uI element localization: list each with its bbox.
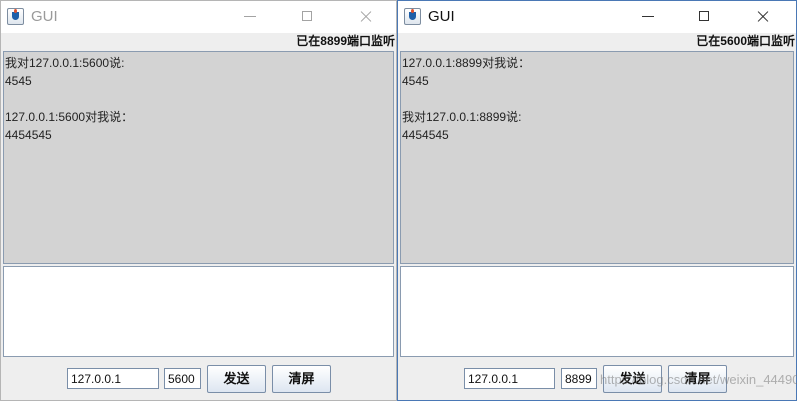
- listening-status: 已在8899端口监听: [296, 34, 395, 48]
- maximize-icon[interactable]: [682, 1, 728, 33]
- send-button[interactable]: 发送: [207, 365, 266, 393]
- close-icon[interactable]: [343, 1, 389, 33]
- chat-log: 127.0.0.1:8899对我说： 4545 我对127.0.0.1:8899…: [400, 51, 794, 264]
- chat-log: 我对127.0.0.1:5600说: 4545 127.0.0.1:5600对我…: [3, 51, 394, 264]
- window-title: GUI: [428, 8, 455, 25]
- ip-field[interactable]: [67, 368, 159, 389]
- close-icon[interactable]: [740, 1, 786, 33]
- maximize-icon[interactable]: [285, 1, 331, 33]
- message-input[interactable]: [401, 267, 793, 356]
- chat-window-right: GUI 已在5600端口监听 127.0.0.1:8899对我说： 4545 我…: [397, 0, 797, 401]
- java-app-icon: [7, 8, 24, 25]
- title-bar[interactable]: GUI: [1, 1, 396, 33]
- port-field[interactable]: [164, 368, 201, 389]
- window-title: GUI: [31, 8, 58, 25]
- message-input-area[interactable]: [400, 266, 794, 357]
- minimize-icon[interactable]: [227, 1, 273, 33]
- minimize-icon[interactable]: [625, 1, 671, 33]
- java-app-icon: [404, 8, 421, 25]
- listening-status: 已在5600端口监听: [696, 34, 795, 48]
- port-field[interactable]: [561, 368, 597, 389]
- ip-field[interactable]: [464, 368, 555, 389]
- title-bar[interactable]: GUI: [398, 1, 796, 33]
- message-input-area[interactable]: [3, 266, 394, 357]
- message-input[interactable]: [4, 267, 393, 356]
- chat-window-left: GUI 已在8899端口监听 我对127.0.0.1:5600说: 4545 1…: [0, 0, 397, 401]
- watermark: https://blog.csdn.net/weixin_44490018: [600, 372, 797, 387]
- clear-button[interactable]: 清屏: [272, 365, 331, 393]
